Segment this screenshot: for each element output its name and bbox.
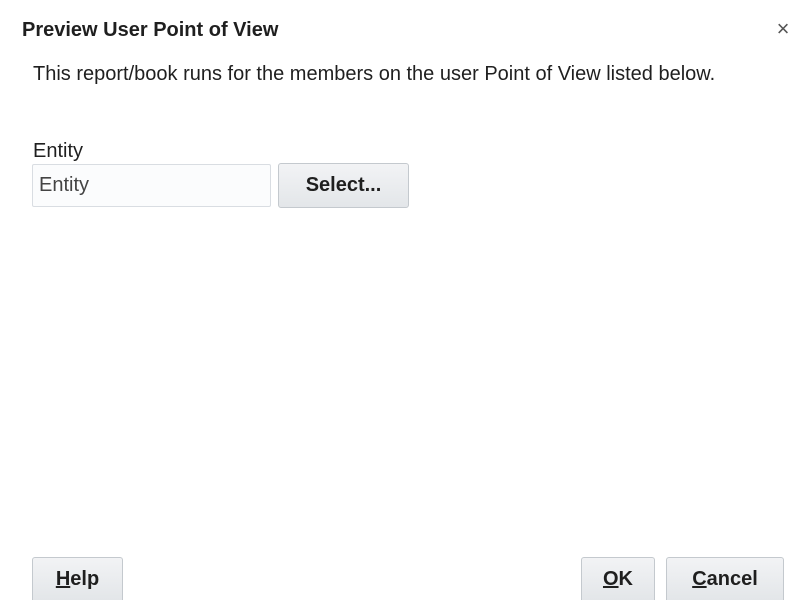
help-label-rest: elp bbox=[70, 568, 100, 590]
dialog-title: Preview User Point of View bbox=[22, 19, 279, 41]
close-icon[interactable]: × bbox=[773, 17, 793, 41]
entity-input[interactable] bbox=[32, 164, 271, 207]
cancel-mnemonic: C bbox=[692, 568, 707, 590]
cancel-label-rest: ancel bbox=[706, 568, 758, 590]
preview-user-pov-dialog: Preview User Point of View × This report… bbox=[0, 0, 793, 600]
ok-label-rest: K bbox=[618, 568, 633, 590]
dialog-description: This report/book runs for the members on… bbox=[33, 63, 716, 85]
select-button[interactable]: Select... bbox=[278, 163, 409, 208]
cancel-button[interactable]: Cancel bbox=[666, 557, 784, 600]
entity-label: Entity bbox=[33, 140, 84, 162]
help-mnemonic: H bbox=[55, 568, 71, 590]
help-button[interactable]: Help bbox=[32, 557, 123, 600]
ok-mnemonic: O bbox=[602, 568, 619, 590]
ok-button[interactable]: OK bbox=[581, 557, 655, 600]
dialog-title-bar: Preview User Point of View × bbox=[0, 0, 793, 48]
